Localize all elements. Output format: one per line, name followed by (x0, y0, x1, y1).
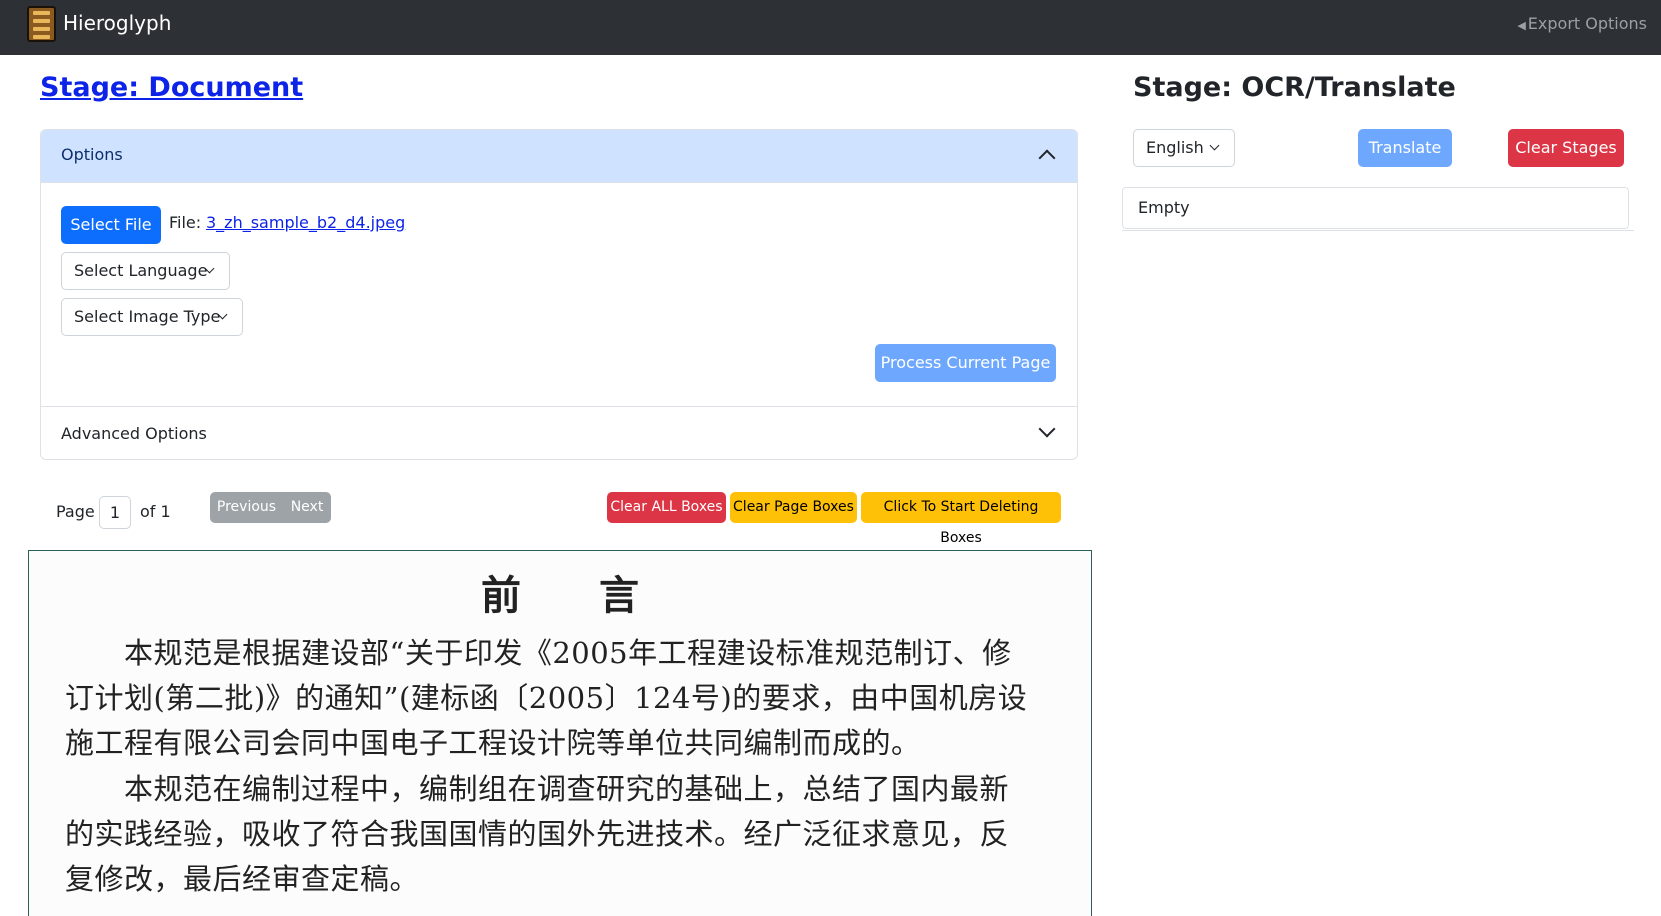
select-image-type-dropdown[interactable]: Select Image Type (61, 298, 243, 336)
app-name[interactable]: Hieroglyph (63, 9, 171, 37)
select-language-dropdown[interactable]: Select Language (61, 252, 230, 290)
page-label: Page (56, 502, 95, 521)
advanced-options-label: Advanced Options (61, 424, 207, 443)
select-file-button[interactable]: Select File (61, 206, 161, 244)
file-label: File: (169, 213, 202, 232)
chevron-down-icon (1038, 420, 1056, 438)
page-number-input[interactable]: 1 (99, 496, 131, 529)
chevron-down-icon (1209, 140, 1220, 151)
clear-all-boxes-button[interactable]: Clear ALL Boxes (607, 492, 726, 523)
start-deleting-boxes-button[interactable]: Click To Start Deleting Boxes (861, 492, 1061, 546)
chevron-left-icon: ◀ (1517, 19, 1526, 32)
document-line: 本规范是根据建设部“关于印发《2005年工程建设标准规范制订、修 (65, 636, 1012, 670)
chevron-up-icon (1038, 149, 1056, 167)
document-image-canvas[interactable]: 前言 本规范是根据建设部“关于印发《2005年工程建设标准规范制订、修 订计划(… (28, 550, 1092, 916)
navbar: Hieroglyph ◀ Export Options (0, 0, 1661, 55)
page-count-label: of 1 (140, 502, 171, 521)
options-accordion-header[interactable]: Options (41, 130, 1077, 183)
translate-button[interactable]: Translate (1358, 129, 1452, 167)
export-options-link[interactable]: ◀ Export Options (1517, 13, 1647, 37)
document-line: 本规范在编制过程中，编制组在调查研究的基础上，总结了国内最新 (65, 772, 1010, 806)
options-accordion: Options Advanced Options (40, 129, 1078, 460)
select-image-type-label: Select Image Type (74, 307, 221, 326)
process-current-page-button[interactable]: Process Current Page (875, 344, 1056, 382)
clear-stages-button[interactable]: Clear Stages (1508, 129, 1624, 167)
clear-page-boxes-button[interactable]: Clear Page Boxes (730, 492, 857, 523)
target-language-label: English (1146, 138, 1204, 157)
select-language-label: Select Language (74, 261, 208, 280)
document-line: 的实践经验，吸收了符合我国国情的国外先进技术。经广泛征求意见，反 (65, 817, 1010, 851)
target-language-dropdown[interactable]: English (1133, 129, 1235, 167)
file-name-link[interactable]: 3_zh_sample_b2_d4.jpeg (206, 213, 405, 232)
options-header-label: Options (61, 145, 123, 164)
document-line: 复修改，最后经审查定稿。 (65, 862, 420, 896)
previous-page-button[interactable]: Previous (210, 492, 283, 523)
document-heading: 前言 (481, 572, 717, 619)
advanced-options-header[interactable]: Advanced Options (41, 406, 1077, 459)
document-line: 订计划(第二批)》的通知”(建标函〔2005〕124号)的要求，由中国机房设 (65, 681, 1028, 715)
logo-icon[interactable] (27, 6, 56, 42)
export-options-label: Export Options (1527, 14, 1647, 33)
stage-document-title[interactable]: Stage: Document (40, 70, 303, 106)
stage-ocr-translate-title: Stage: OCR/Translate (1133, 72, 1456, 103)
document-line: 施工程有限公司会同中国电子工程设计院等单位共同编制而成的。 (65, 726, 921, 760)
next-page-button[interactable]: Next (283, 492, 331, 523)
divider (1122, 230, 1634, 231)
ocr-results-empty: Empty (1122, 187, 1629, 229)
